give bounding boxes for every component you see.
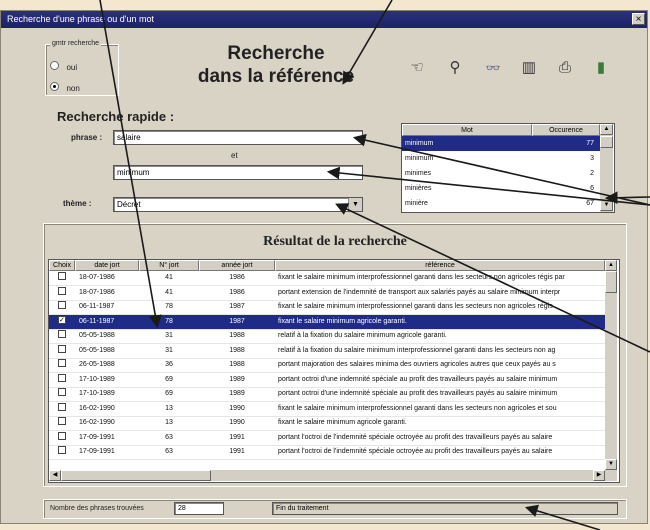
arrow-to-selected-row (99, 0, 162, 329)
arrow-to-status (524, 504, 601, 530)
arrow-to-theme (335, 203, 650, 353)
arrow-to-title (342, 0, 393, 85)
annotation-arrows (99, 0, 650, 530)
arrow-to-wordlist (604, 191, 650, 205)
arrow-to-second-word (326, 166, 650, 206)
arrow-to-phrase (352, 133, 650, 206)
